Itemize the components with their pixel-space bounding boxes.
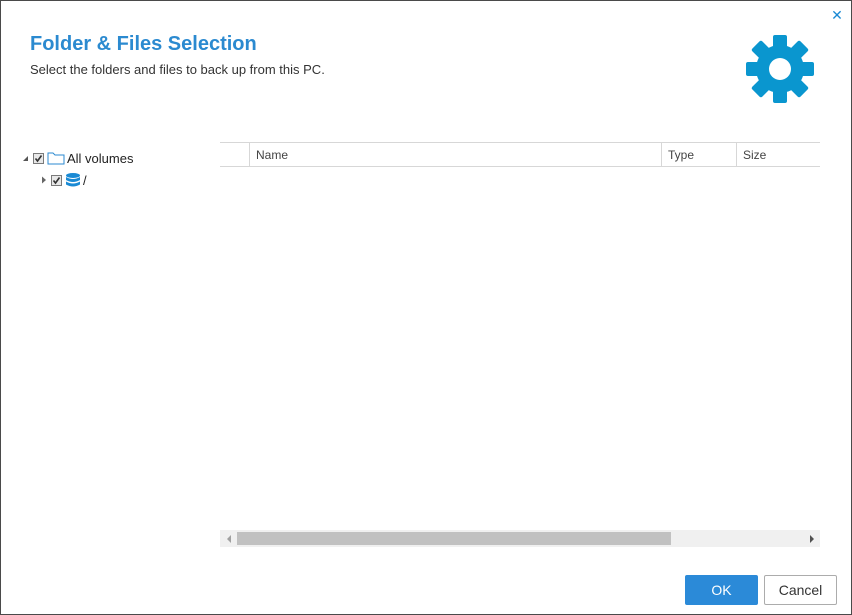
- grid-header: Name Type Size: [220, 142, 820, 167]
- tree-item-label[interactable]: /: [83, 173, 87, 188]
- tree-checkbox-all-volumes[interactable]: [33, 152, 44, 164]
- folder-icon: [47, 152, 65, 165]
- collapsed-arrow-icon[interactable]: [39, 175, 49, 185]
- ok-button[interactable]: OK: [685, 575, 758, 605]
- folder-tree: All volumes /: [21, 147, 211, 191]
- tree-checkbox-root-volume[interactable]: [51, 174, 62, 186]
- expanded-arrow-icon[interactable]: [21, 153, 31, 163]
- column-header-name[interactable]: Name: [249, 143, 662, 167]
- cancel-button[interactable]: Cancel: [764, 575, 837, 605]
- tree-item-all-volumes[interactable]: All volumes: [21, 147, 211, 169]
- column-header-type[interactable]: Type: [661, 143, 737, 167]
- database-icon: [66, 173, 80, 187]
- arrow-left-icon: [226, 534, 231, 543]
- horizontal-scrollbar[interactable]: [220, 530, 820, 547]
- folder-files-selection-dialog: ✕ Folder & Files Selection Select the fo…: [0, 0, 852, 615]
- scroll-left-button[interactable]: [220, 530, 237, 547]
- dialog-title: Folder & Files Selection: [30, 33, 257, 55]
- column-header-select[interactable]: [220, 143, 250, 167]
- close-icon[interactable]: ✕: [829, 7, 845, 23]
- file-grid: Name Type Size: [220, 142, 820, 547]
- dialog-subtitle: Select the folders and files to back up …: [30, 62, 325, 77]
- arrow-right-icon: [809, 534, 814, 543]
- checkmark-icon: [34, 154, 43, 162]
- gear-icon: [746, 35, 814, 103]
- scroll-right-button[interactable]: [803, 530, 820, 547]
- scrollbar-thumb[interactable]: [237, 532, 671, 545]
- tree-item-root-volume[interactable]: /: [21, 169, 211, 191]
- tree-item-label[interactable]: All volumes: [67, 151, 133, 166]
- checkmark-icon: [52, 176, 61, 184]
- column-header-size[interactable]: Size: [736, 143, 820, 167]
